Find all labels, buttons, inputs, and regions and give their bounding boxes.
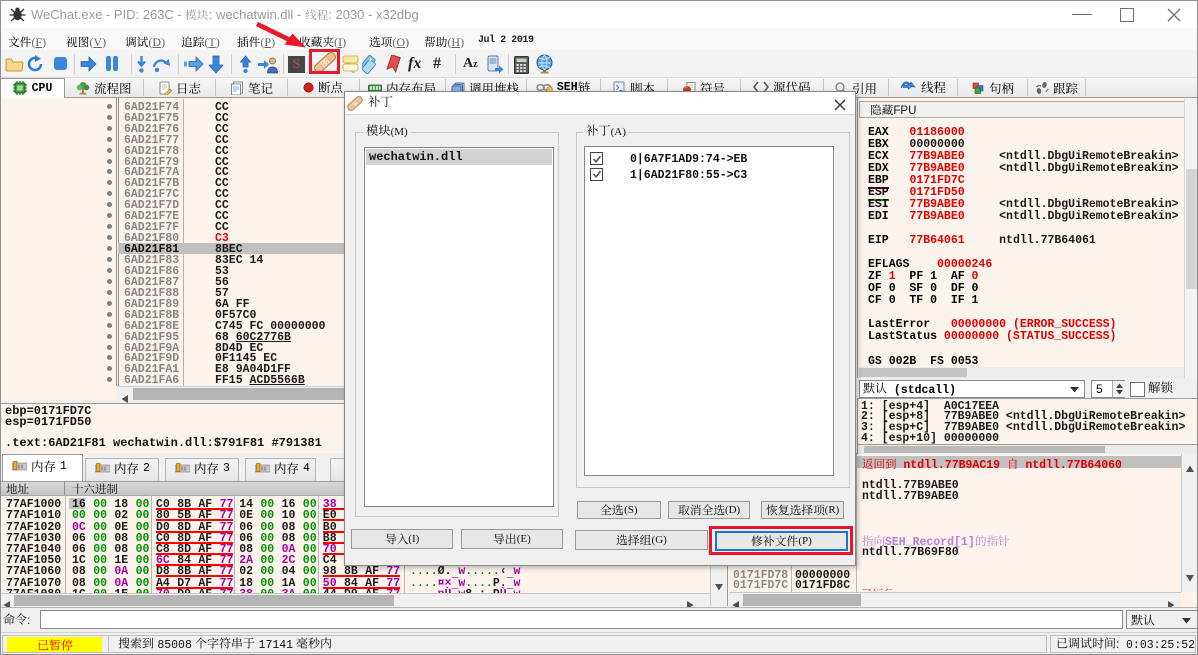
- svg-text:32: 32: [17, 86, 23, 92]
